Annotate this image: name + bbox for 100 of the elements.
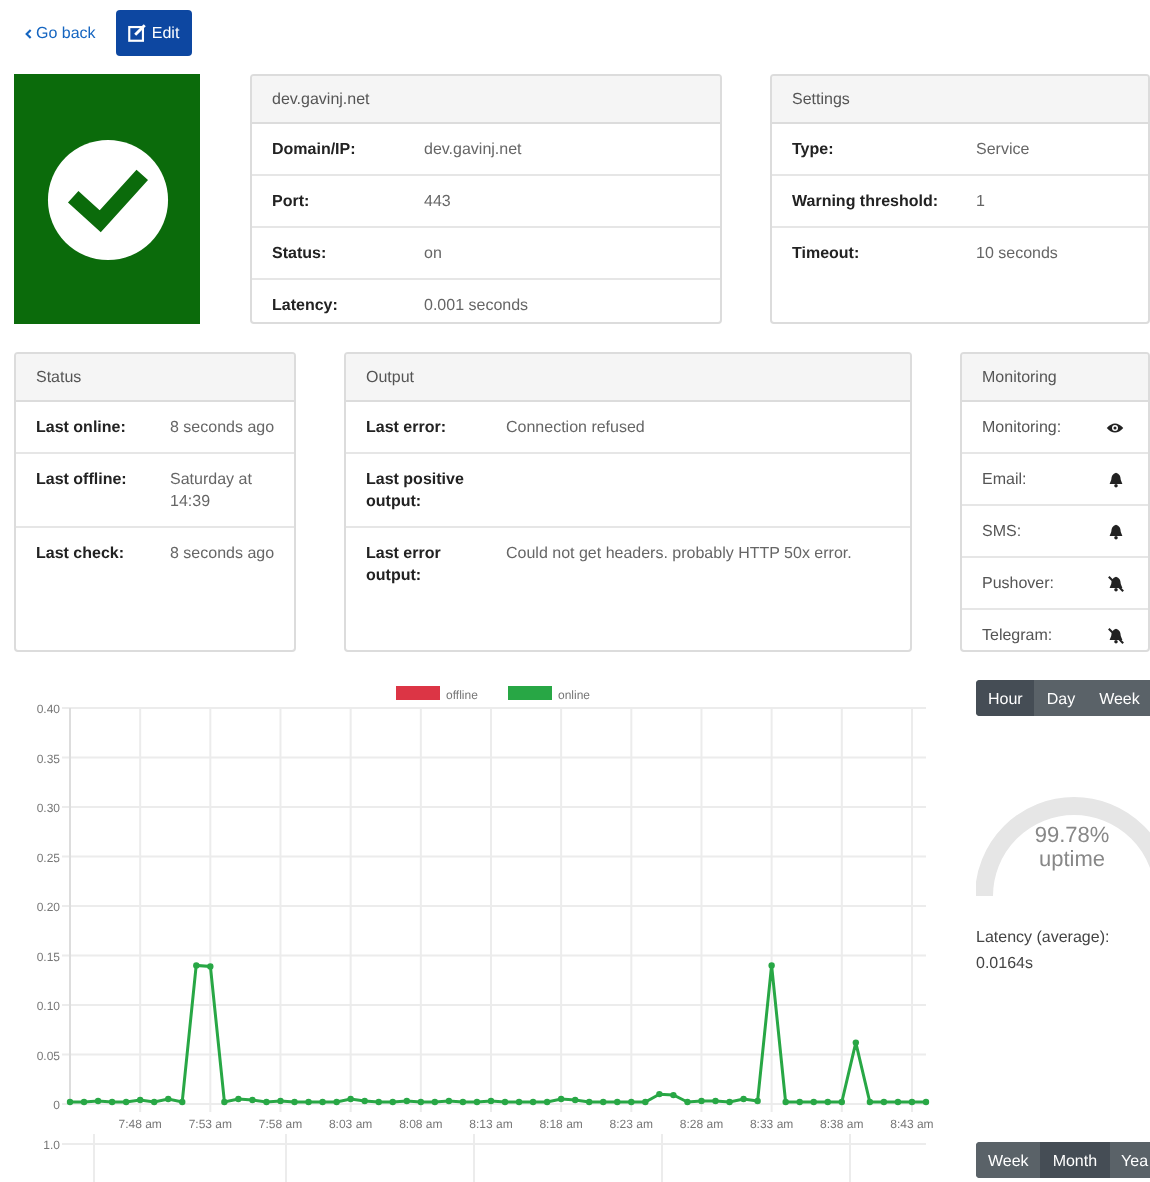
data-point xyxy=(796,1098,803,1106)
data-point xyxy=(417,1098,424,1106)
data-point xyxy=(852,1039,860,1046)
data-point xyxy=(151,1098,158,1106)
field-label: Port: xyxy=(272,190,312,212)
data-point xyxy=(122,1098,130,1106)
history-button[interactable]: Month xyxy=(1040,1142,1110,1178)
data-point xyxy=(922,1098,930,1106)
uptime-caption: uptime xyxy=(1038,848,1106,872)
card-title: Monitoring xyxy=(962,354,1148,402)
data-point xyxy=(66,1098,74,1106)
data-point xyxy=(543,1098,551,1106)
data-point xyxy=(389,1098,396,1106)
data-point xyxy=(80,1098,88,1106)
data-point xyxy=(642,1098,649,1106)
data-point xyxy=(782,1098,789,1106)
data-point xyxy=(319,1098,326,1106)
field-label: Type: xyxy=(792,138,836,160)
data-point xyxy=(670,1091,677,1099)
data-point xyxy=(263,1098,270,1106)
data-point xyxy=(712,1097,719,1105)
data-point xyxy=(529,1098,537,1106)
data-point xyxy=(361,1097,368,1105)
data-point xyxy=(165,1095,172,1103)
data-point xyxy=(136,1096,144,1104)
field-value: 443 xyxy=(424,190,451,212)
field-label: Monitoring: xyxy=(982,416,1062,438)
data-point xyxy=(838,1098,845,1106)
field-label: Telegram: xyxy=(982,624,1053,646)
field-label: Last offline: xyxy=(36,468,129,490)
data-point xyxy=(572,1096,579,1104)
data-point xyxy=(866,1098,874,1106)
uptime-percent: 99.78% xyxy=(1034,824,1110,848)
data-point xyxy=(487,1097,495,1105)
data-point xyxy=(347,1095,354,1103)
data-point xyxy=(726,1098,733,1106)
data-point xyxy=(221,1098,228,1106)
data-point xyxy=(291,1098,298,1106)
data-point xyxy=(108,1098,116,1106)
data-point xyxy=(235,1095,242,1103)
data-point xyxy=(768,962,775,969)
field-value: 8 seconds ago xyxy=(170,416,275,438)
field-label: Latency: xyxy=(272,294,340,316)
field-label: Last error: xyxy=(366,416,449,438)
data-point xyxy=(908,1098,916,1106)
data-point xyxy=(445,1097,453,1105)
data-point xyxy=(824,1098,831,1106)
card-title: Settings xyxy=(772,76,1148,124)
edit-icon xyxy=(127,24,146,42)
field-value: on xyxy=(424,242,442,264)
data-point xyxy=(698,1097,705,1105)
field-label: Last positive output: xyxy=(366,468,466,512)
field-label: Last check: xyxy=(36,542,127,564)
data-point xyxy=(403,1097,410,1105)
data-point xyxy=(810,1098,817,1106)
data-point xyxy=(880,1098,888,1106)
data-point xyxy=(277,1097,284,1105)
field-label: Last online: xyxy=(36,416,128,438)
data-point xyxy=(375,1098,382,1106)
latency-label: Latency (average): xyxy=(976,926,1112,950)
data-point xyxy=(333,1098,340,1106)
data-point xyxy=(459,1098,467,1106)
data-point xyxy=(249,1096,256,1104)
field-value: Connection refused xyxy=(506,416,645,438)
field-label: Pushover: xyxy=(982,572,1055,594)
data-point xyxy=(614,1098,621,1106)
data-point xyxy=(894,1098,902,1106)
data-point xyxy=(684,1098,691,1106)
field-value: 10 seconds xyxy=(976,242,1058,264)
data-point xyxy=(656,1090,663,1098)
field-label: Last error output: xyxy=(366,542,443,586)
data-point xyxy=(207,963,214,970)
card-title: dev.gavinj.net xyxy=(252,76,720,124)
range-button[interactable]: Hour xyxy=(976,680,1035,716)
data-point xyxy=(754,1097,761,1105)
data-point xyxy=(179,1098,186,1106)
field-label: Email: xyxy=(982,468,1027,490)
data-point xyxy=(515,1098,523,1106)
data-point xyxy=(600,1098,607,1106)
field-value: Could not get headers. probably HTTP 50x error. xyxy=(506,542,852,564)
card-title: Output xyxy=(346,354,910,402)
field-value: 1 xyxy=(976,190,985,212)
edit-button[interactable]: Edit xyxy=(115,10,192,56)
latency-value: 0.0164s xyxy=(976,952,1035,976)
field-label: Status: xyxy=(272,242,329,264)
field-label: Warning threshold: xyxy=(792,190,941,212)
data-point xyxy=(501,1098,509,1106)
check-icon xyxy=(45,137,169,261)
data-point xyxy=(94,1097,102,1105)
field-value: 8 seconds ago xyxy=(170,542,275,564)
field-value: 0.001 seconds xyxy=(424,294,529,316)
field-value: Service xyxy=(976,138,1030,160)
field-value: Saturday at 14:39 xyxy=(170,468,254,512)
field-value: dev.gavinj.net xyxy=(424,138,522,160)
chevron-left-icon xyxy=(24,27,32,39)
data-point xyxy=(305,1098,312,1106)
data-point xyxy=(473,1098,481,1106)
card-title: Status xyxy=(16,354,294,402)
go-back-link[interactable]: Go back xyxy=(24,24,96,42)
field-label: Timeout: xyxy=(792,242,862,264)
